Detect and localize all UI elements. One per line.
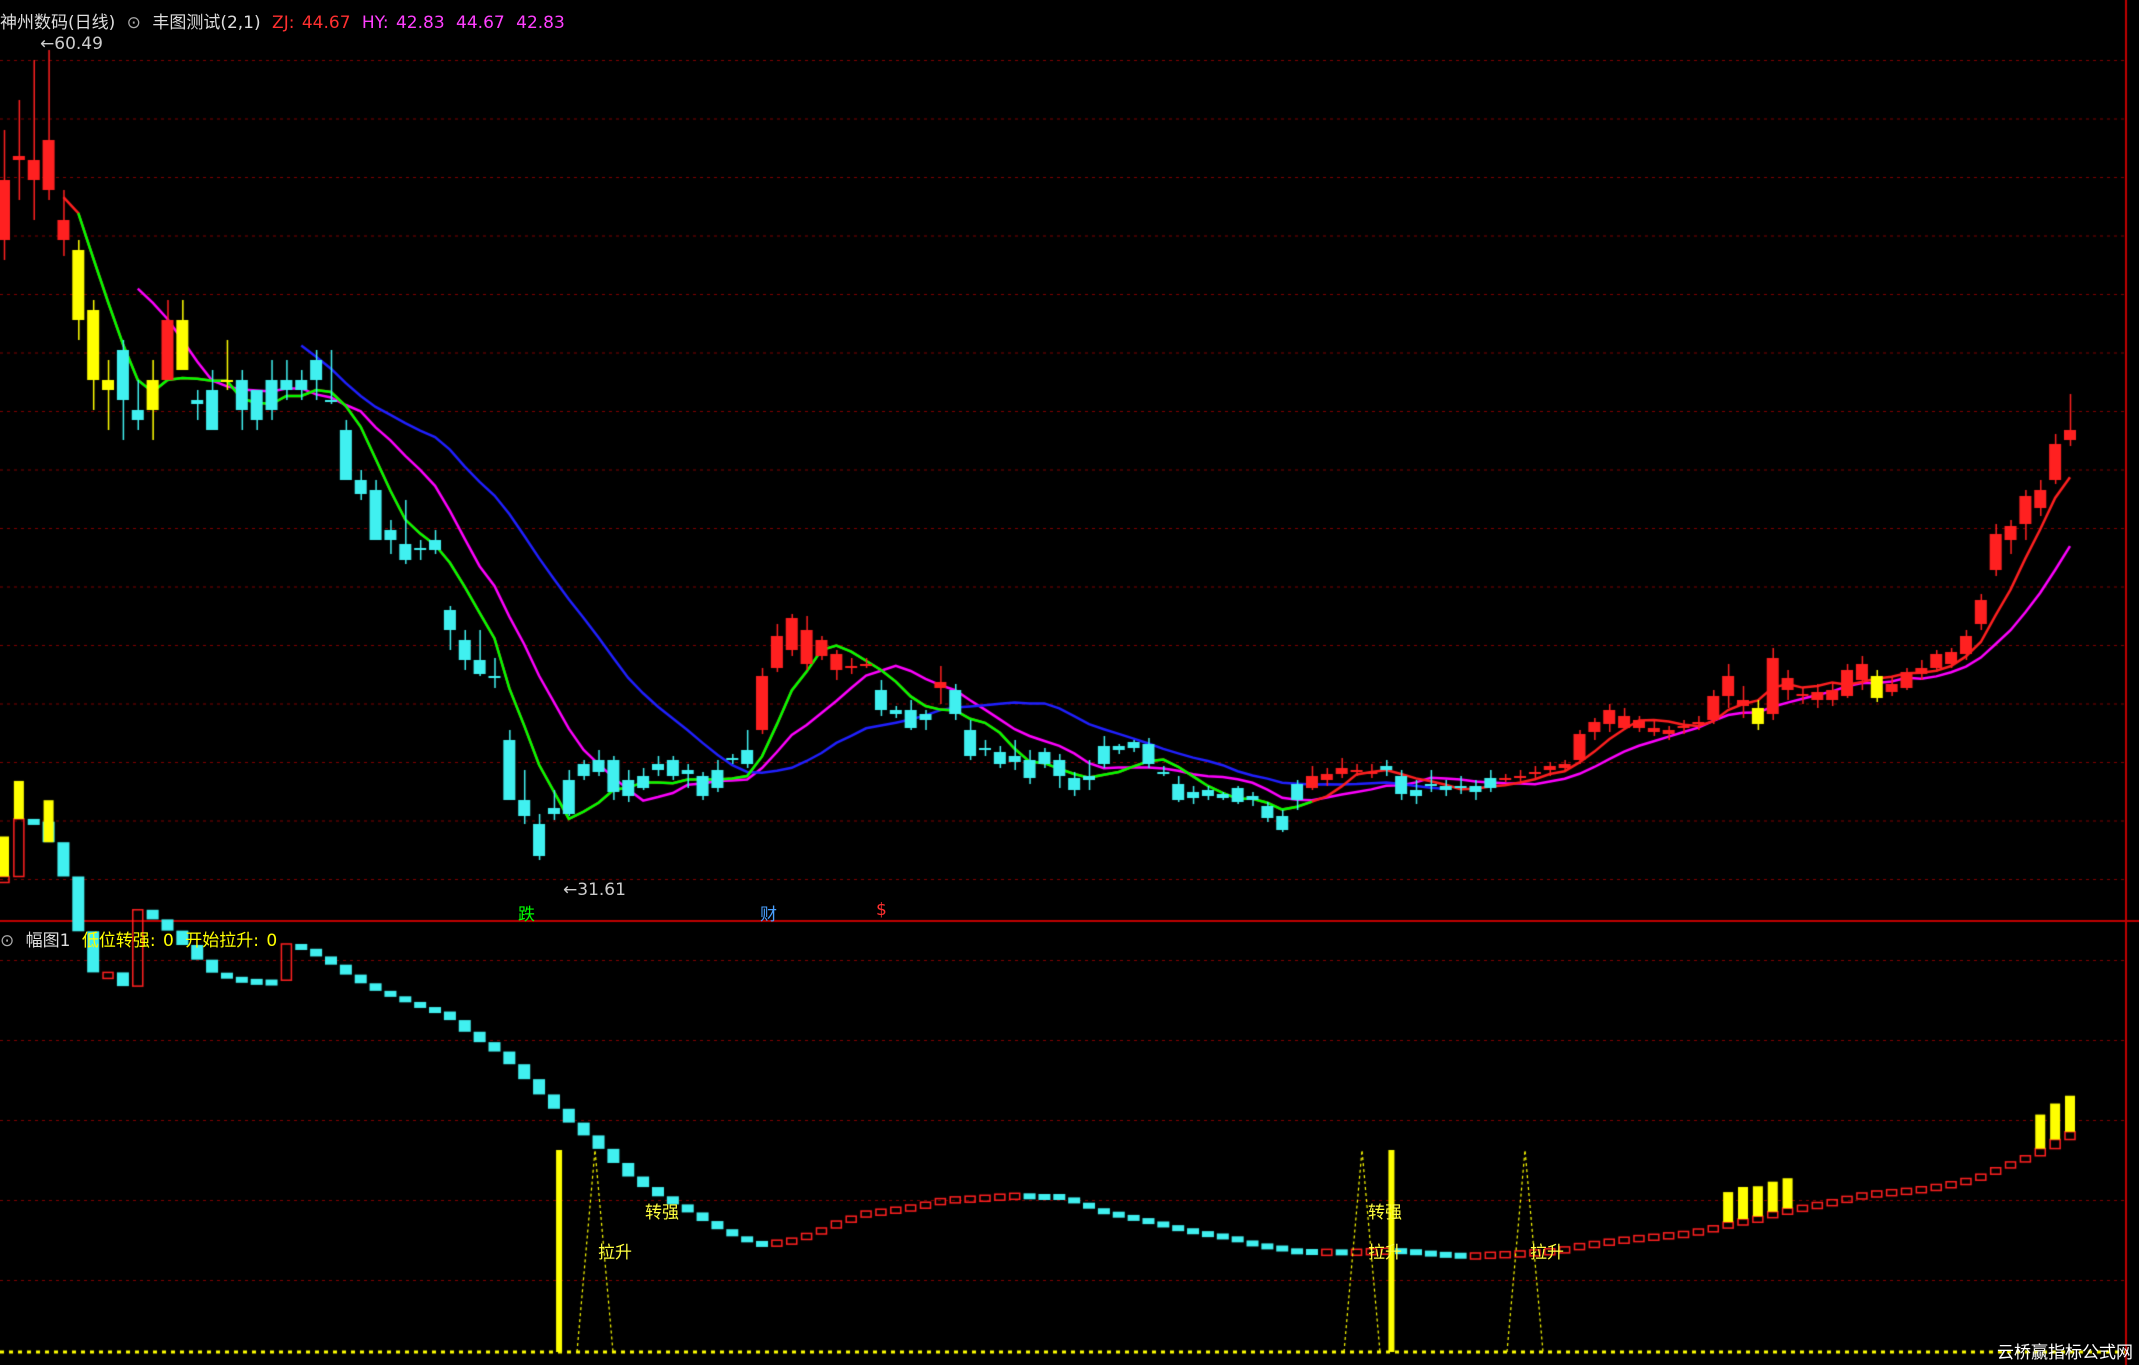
zj-value: 44.67	[301, 13, 351, 33]
start-rise-label: 开始拉升:	[185, 931, 259, 951]
low-strong-label: 低位转强:	[81, 931, 156, 951]
signal-strong-2: 转强	[1368, 1203, 1402, 1223]
indicator-name: 丰图测试(2,1)	[152, 13, 261, 33]
low-price-mark: ←31.61	[563, 880, 626, 900]
hy-label: HY:	[361, 13, 389, 33]
kline-chart[interactable]	[0, 0, 2139, 1365]
collapse-icon[interactable]: ⊙	[0, 931, 14, 951]
signal-rise-2: 拉升	[1368, 1243, 1402, 1263]
signal-rise-3: 拉升	[1530, 1243, 1564, 1263]
mark-fall: 跌	[518, 905, 535, 925]
signal-rise-1: 拉升	[598, 1243, 632, 1263]
high-price-mark: ←60.49	[40, 34, 103, 54]
extra-value-2: 42.83	[516, 13, 565, 33]
extra-value-1: 44.67	[456, 13, 505, 33]
hy-value: 42.83	[395, 13, 445, 33]
settings-icon[interactable]: ⊙	[127, 13, 141, 33]
low-strong-value: 0	[163, 931, 174, 951]
signal-strong-1: 转强	[645, 1203, 679, 1223]
main-header: 神州数码(日线) ⊙ 丰图测试(2,1) ZJ: 44.67 HY: 42.83…	[0, 8, 571, 33]
start-rise-value: 0	[266, 931, 278, 951]
watermark: 云桥赢指标公式网	[1997, 1343, 2133, 1363]
stock-name: 神州数码(日线)	[0, 13, 116, 33]
zj-label: ZJ:	[272, 13, 295, 33]
sub-title: 幅图1	[25, 931, 71, 951]
mark-finance: 财	[760, 905, 777, 925]
sub-header: ⊙ 幅图1 低位转强: 0 开始拉升: 0	[0, 926, 283, 951]
mark-dollar: $	[876, 900, 887, 920]
